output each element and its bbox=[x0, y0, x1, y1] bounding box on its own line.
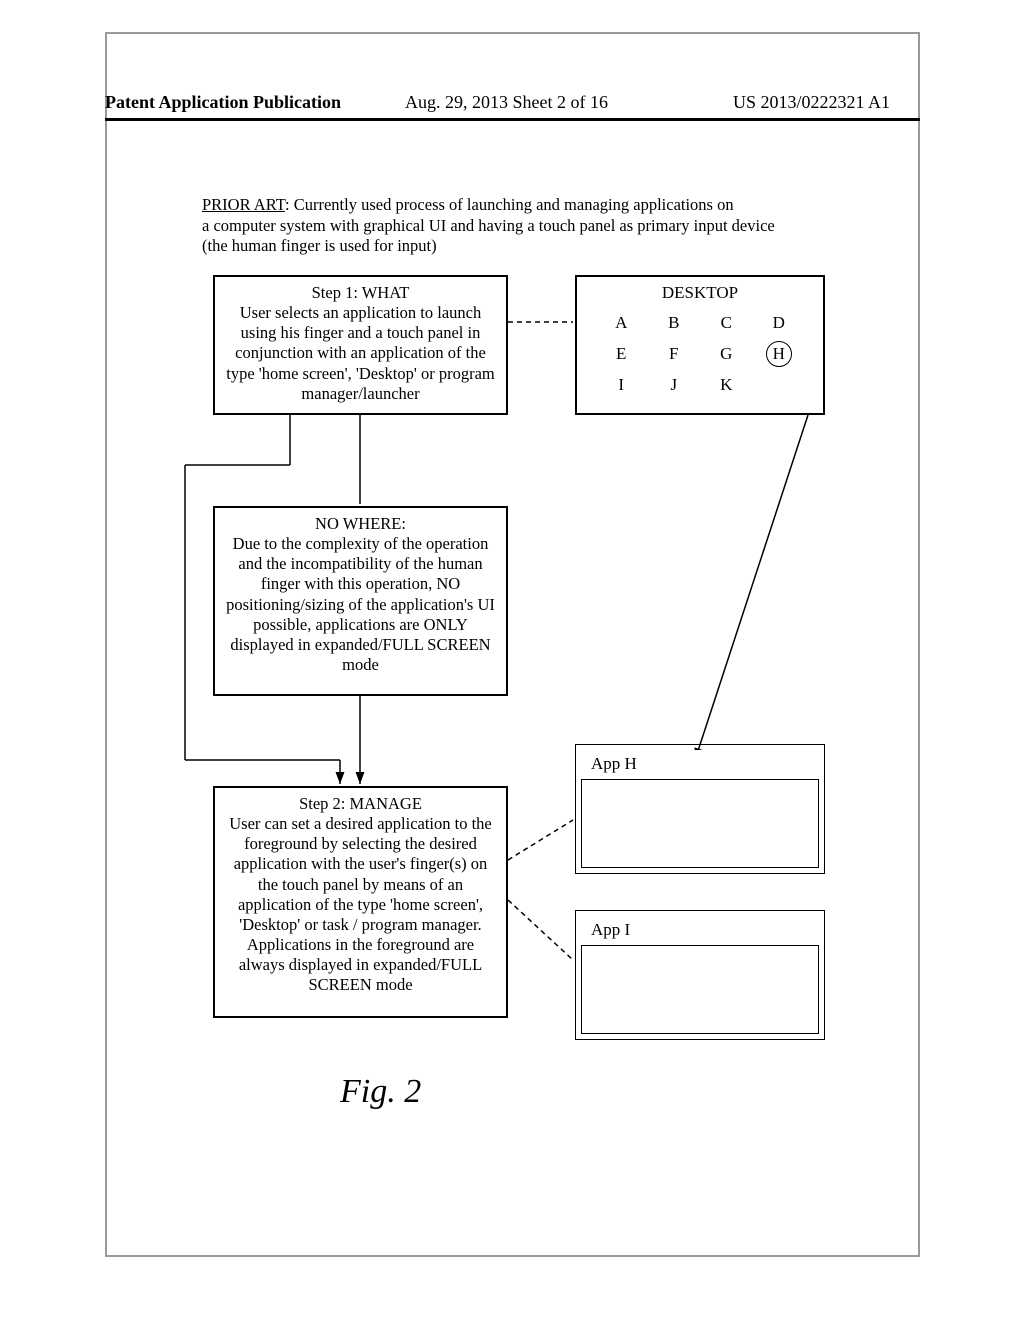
desktop-title: DESKTOP bbox=[577, 283, 823, 303]
desktop-icon: I bbox=[618, 375, 624, 395]
desktop-icon: K bbox=[720, 375, 732, 395]
nowhere-body: Due to the complexity of the operation a… bbox=[225, 534, 496, 675]
header-center: Aug. 29, 2013 Sheet 2 of 16 bbox=[405, 92, 608, 113]
nowhere-box: NO WHERE: Due to the complexity of the o… bbox=[213, 506, 508, 696]
page-header: Patent Application Publication Aug. 29, … bbox=[105, 92, 920, 113]
desktop-box: DESKTOP A B C D E F G H I J K bbox=[575, 275, 825, 415]
intro-line2: a computer system with graphical UI and … bbox=[202, 216, 775, 235]
desktop-icon: C bbox=[721, 313, 732, 333]
figure-label: Fig. 2 bbox=[340, 1073, 421, 1111]
step1-body: User selects an application to launch us… bbox=[225, 303, 496, 404]
desktop-icon: D bbox=[773, 313, 785, 333]
desktop-icon-circled: H bbox=[766, 341, 792, 367]
app-h-window: App H bbox=[575, 744, 825, 874]
step2-box: Step 2: MANAGE User can set a desired ap… bbox=[213, 786, 508, 1018]
header-right: US 2013/0222321 A1 bbox=[733, 92, 890, 113]
intro-line3: (the human finger is used for input) bbox=[202, 236, 437, 255]
header-left: Patent Application Publication bbox=[105, 92, 341, 112]
desktop-icon: B bbox=[668, 313, 679, 333]
desktop-icon: E bbox=[616, 344, 626, 364]
step1-box: Step 1: WHAT User selects an application… bbox=[213, 275, 508, 415]
prior-art-label: PRIOR ART bbox=[202, 195, 285, 214]
desktop-icon: F bbox=[669, 344, 678, 364]
step2-title: Step 2: MANAGE bbox=[225, 794, 496, 814]
desktop-icon: A bbox=[615, 313, 627, 333]
step2-body: User can set a desired application to th… bbox=[225, 814, 496, 995]
header-rule bbox=[105, 118, 920, 121]
nowhere-title: NO WHERE: bbox=[225, 514, 496, 534]
step1-title: Step 1: WHAT bbox=[225, 283, 496, 303]
app-i-title: App I bbox=[581, 916, 819, 946]
app-h-title: App H bbox=[581, 750, 819, 780]
desktop-icon: J bbox=[670, 375, 677, 395]
desktop-grid: A B C D E F G H I J K bbox=[595, 307, 805, 401]
app-i-window: App I bbox=[575, 910, 825, 1040]
prior-art-intro: PRIOR ART: Currently used process of lau… bbox=[202, 195, 892, 257]
intro-line1: : Currently used process of launching an… bbox=[285, 195, 734, 214]
desktop-icon: G bbox=[720, 344, 732, 364]
